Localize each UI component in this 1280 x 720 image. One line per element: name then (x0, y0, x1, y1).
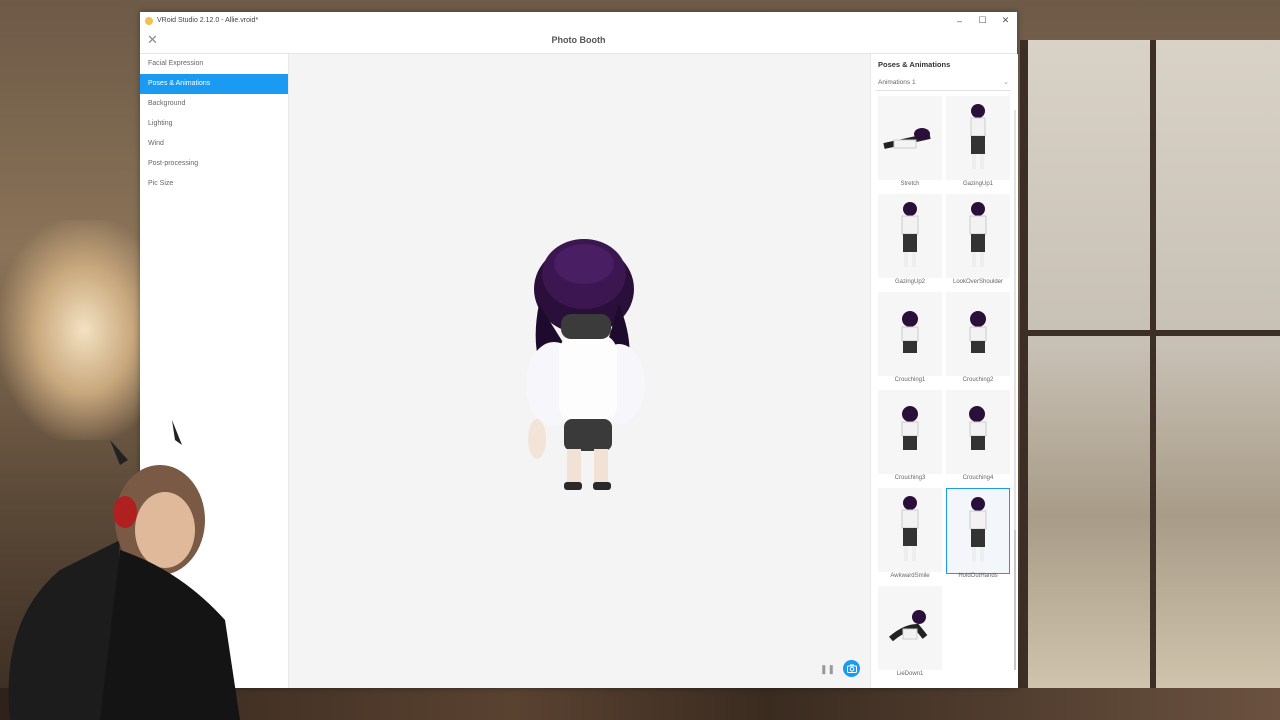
animation-thumbnail (946, 292, 1010, 376)
animation-thumbnail (946, 194, 1010, 278)
animation-card-crouching3[interactable]: Crouching3 (878, 390, 943, 488)
character-model[interactable] (509, 234, 649, 504)
window-title: VRoid Studio 2.12.0 - Allie.vroid* (157, 17, 259, 24)
animation-set-dropdown[interactable]: Animations 1 ⌄ (876, 75, 1011, 91)
camera-capture-button[interactable] (843, 660, 860, 677)
pause-button[interactable]: ❚❚ (820, 664, 835, 675)
nav-item-wind[interactable]: Wind (140, 134, 288, 154)
nav-item-pic-size[interactable]: Pic Size (140, 174, 288, 194)
animation-label: Crouching3 (894, 475, 926, 481)
animation-label: Crouching2 (962, 377, 994, 383)
animation-card-liedown1[interactable]: LieDown1 (878, 586, 943, 684)
app-window: VRoid Studio 2.12.0 - Allie.vroid* – ☐ ✕… (140, 12, 1018, 688)
animation-thumbnail (878, 194, 942, 278)
scrollbar-thumb[interactable] (1014, 530, 1016, 670)
animation-label: Stretch (900, 181, 920, 187)
nav-item-poses-animations[interactable]: Poses & Animations (140, 74, 288, 94)
panel-title: Poses & Animations (878, 60, 951, 69)
poses-animations-panel: Poses & Animations Animations 1 ⌄ Stretc… (870, 54, 1018, 688)
animation-card-holdouthands[interactable]: HoldOutHands (946, 488, 1011, 586)
animation-thumbnail (878, 292, 942, 376)
photo-booth-header: ✕ Photo Booth (140, 29, 1017, 54)
animation-label: AwkwardSmile (890, 573, 930, 579)
animation-thumbnail (946, 390, 1010, 474)
animation-card-crouching2[interactable]: Crouching2 (946, 292, 1011, 390)
chevron-down-icon: ⌄ (1003, 79, 1009, 86)
streamer-avatar-overlay (8, 420, 240, 720)
page-title: Photo Booth (551, 35, 606, 45)
panel-scrollbar[interactable] (1014, 110, 1016, 670)
title-bar: VRoid Studio 2.12.0 - Allie.vroid* – ☐ ✕ (140, 12, 1017, 29)
nav-item-post-processing[interactable]: Post-processing (140, 154, 288, 174)
app-icon (145, 16, 153, 25)
animation-card-gazingup2[interactable]: GazingUp2 (878, 194, 943, 292)
animation-label: Crouching4 (962, 475, 994, 481)
minimize-button[interactable]: – (948, 12, 971, 29)
animation-card-gazingup1[interactable]: GazingUp1 (946, 96, 1011, 194)
animation-label: GazingUp2 (894, 279, 926, 285)
animation-thumbnail (878, 586, 942, 670)
camera-icon (846, 664, 857, 673)
maximize-button[interactable]: ☐ (971, 12, 994, 29)
animation-card-crouching4[interactable]: Crouching4 (946, 390, 1011, 488)
animation-label: Crouching1 (894, 377, 926, 383)
nav-item-facial-expression[interactable]: Facial Expression (140, 54, 288, 74)
animation-label: GazingUp1 (962, 181, 994, 187)
animation-label: LieDown1 (896, 671, 924, 677)
animation-card-crouching1[interactable]: Crouching1 (878, 292, 943, 390)
dropdown-value: Animations 1 (878, 79, 916, 86)
close-window-button[interactable]: ✕ (994, 12, 1017, 29)
animation-thumbnail (878, 96, 942, 180)
animation-label: LookOverShoulder (952, 279, 1004, 285)
animation-thumbnail (878, 390, 942, 474)
background-window-scene (1020, 40, 1280, 720)
background-lamp (0, 220, 140, 440)
animation-thumbnail (946, 96, 1010, 180)
animation-thumbnail (946, 488, 1010, 574)
3d-viewport[interactable]: ❚❚ (289, 54, 870, 688)
window-controls: – ☐ ✕ (948, 12, 1017, 29)
animation-thumbnail (878, 488, 942, 572)
nav-item-background[interactable]: Background (140, 94, 288, 114)
nav-item-lighting[interactable]: Lighting (140, 114, 288, 134)
animation-card-awkwardsmile[interactable]: AwkwardSmile (878, 488, 943, 586)
animation-card-stretch[interactable]: Stretch (878, 96, 943, 194)
animation-card-lookovershoulder[interactable]: LookOverShoulder (946, 194, 1011, 292)
animation-label: HoldOutHands (958, 573, 998, 579)
